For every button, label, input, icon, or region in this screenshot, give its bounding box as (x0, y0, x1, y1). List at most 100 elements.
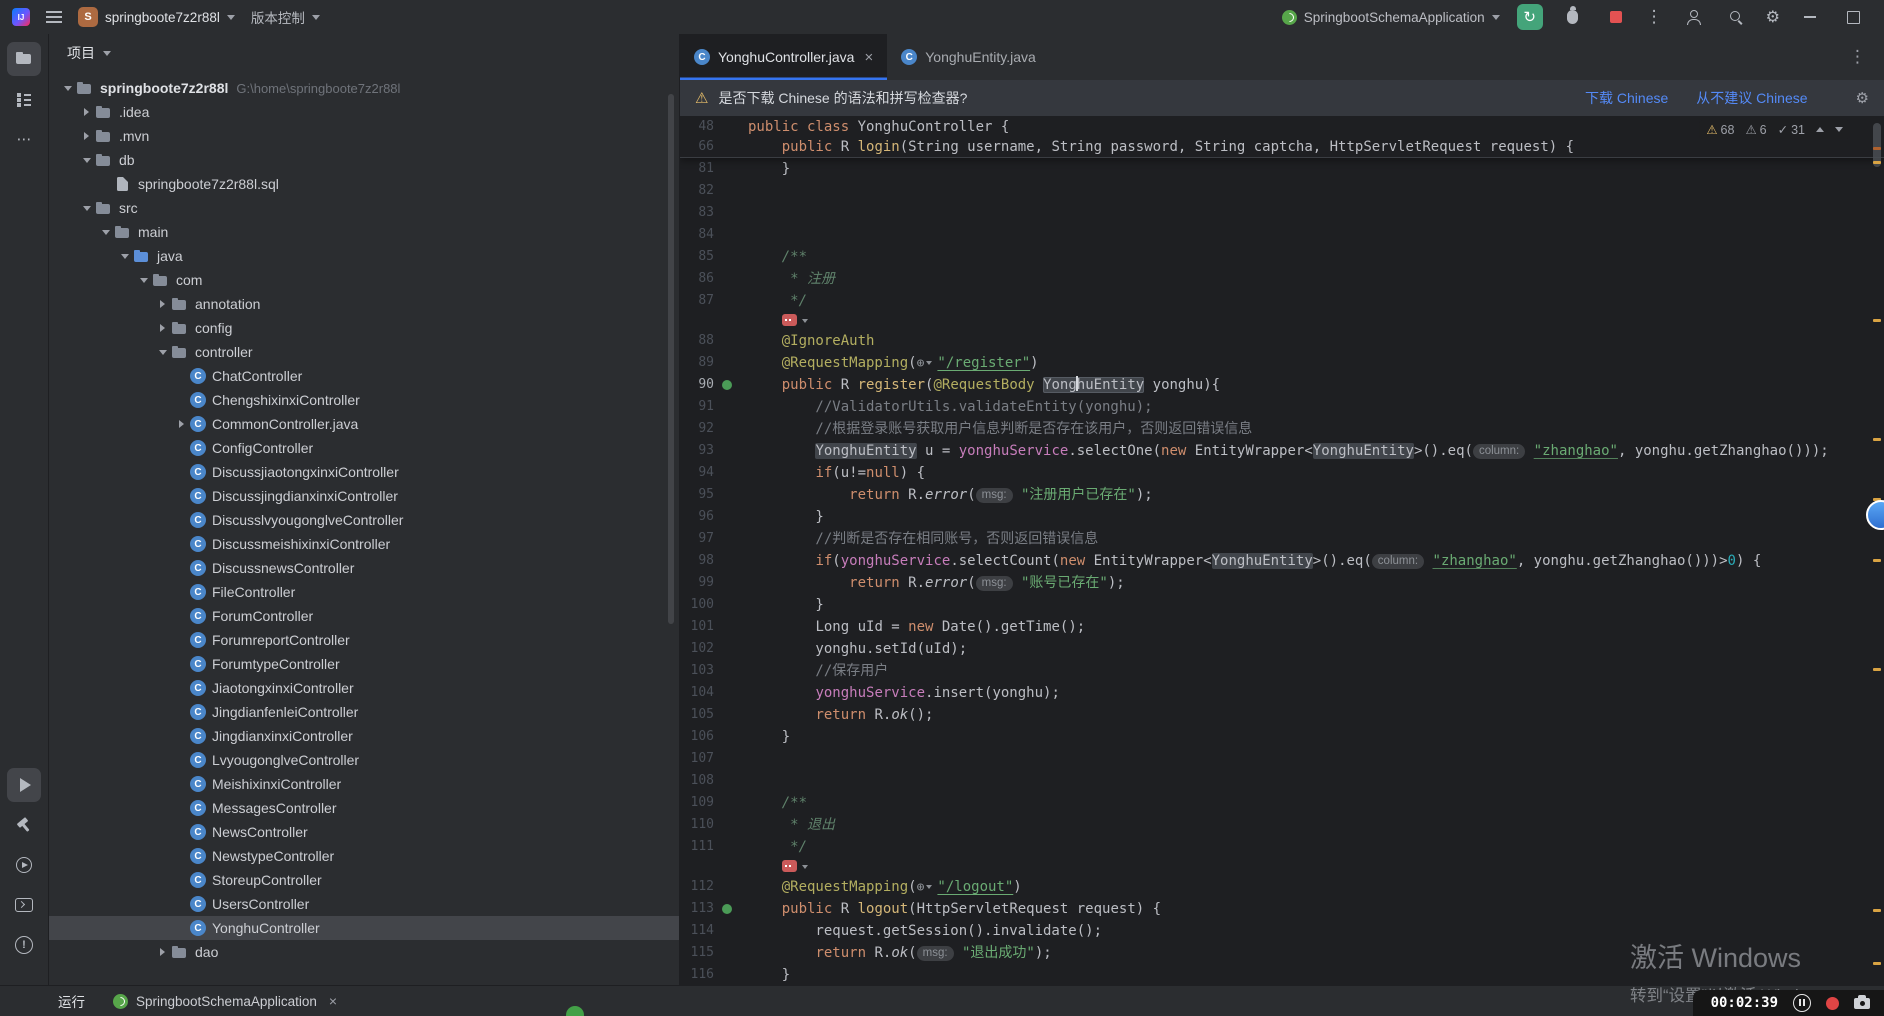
gutter[interactable] (714, 396, 740, 418)
chevron-icon[interactable] (135, 278, 152, 283)
run-configuration-widget[interactable]: SpringbootSchemaApplication (1282, 10, 1500, 25)
gutter[interactable] (714, 484, 740, 506)
tree-item[interactable]: main (49, 220, 679, 244)
gutter[interactable] (714, 898, 740, 920)
tab-options-icon[interactable]: ⋮ (1831, 34, 1884, 80)
tree-item[interactable]: CJingdianfenleiController (49, 700, 679, 724)
globe-icon[interactable]: ⊕ (917, 356, 925, 371)
gutter[interactable] (714, 792, 740, 814)
gutter[interactable] (714, 462, 740, 484)
tree-item[interactable]: CMeishixinxiController (49, 772, 679, 796)
gutter[interactable] (714, 748, 740, 770)
stripe-mark[interactable] (1873, 559, 1881, 562)
gutter[interactable] (714, 920, 740, 942)
stripe-mark[interactable] (1873, 438, 1881, 441)
more-tools-button[interactable]: ⋯ (7, 122, 41, 156)
tree-item[interactable]: src (49, 196, 679, 220)
tree-item[interactable]: CFileController (49, 580, 679, 604)
tree-item[interactable]: springboote7z2r88l.sql (49, 172, 679, 196)
tree-item[interactable]: CChatController (49, 364, 679, 388)
gutter[interactable] (714, 550, 740, 572)
tree-item[interactable]: CYonghuController (49, 916, 679, 940)
stripe-mark[interactable] (1873, 319, 1881, 322)
chevron-icon[interactable] (97, 230, 114, 235)
gutter[interactable] (714, 726, 740, 748)
maximize-button[interactable] (1840, 4, 1866, 30)
gutter[interactable] (714, 180, 740, 202)
tree-item[interactable]: CUsersController (49, 892, 679, 916)
gutter[interactable] (714, 836, 740, 858)
tree-item[interactable]: dao (49, 940, 679, 964)
gutter[interactable] (714, 704, 740, 726)
tree-item[interactable]: CConfigController (49, 436, 679, 460)
gutter[interactable] (714, 858, 740, 876)
chevron-icon[interactable] (78, 158, 95, 163)
tree-item[interactable]: .mvn (49, 124, 679, 148)
gutter[interactable] (714, 660, 740, 682)
tree-item[interactable]: .idea (49, 100, 679, 124)
tree-item[interactable]: CDiscussnewsController (49, 556, 679, 580)
tree-item[interactable]: CNewsController (49, 820, 679, 844)
tree-item[interactable]: CJiaotongxinxiController (49, 676, 679, 700)
tree-item[interactable]: com (49, 268, 679, 292)
chevron-icon[interactable] (154, 300, 171, 308)
tree-item[interactable]: CForumtypeController (49, 652, 679, 676)
tree-item[interactable]: CCommonController.java (49, 412, 679, 436)
project-tool-button[interactable] (7, 42, 41, 76)
banner-settings-gear-icon[interactable]: ⚙ (1856, 89, 1869, 107)
structure-tool-button[interactable] (7, 82, 41, 116)
gutter[interactable] (714, 290, 740, 312)
inlay-chevron-icon[interactable] (802, 319, 808, 323)
problems-tool-button[interactable]: ! (7, 928, 41, 962)
run-gutter-icon[interactable] (722, 904, 732, 914)
vcs-widget[interactable]: 版本控制 (251, 7, 320, 27)
error-stripe[interactable] (1870, 117, 1884, 986)
stripe-mark[interactable] (1873, 909, 1881, 912)
tree-item[interactable]: db (49, 148, 679, 172)
tree-item[interactable]: controller (49, 340, 679, 364)
editor-tab[interactable]: CYonghuController.java× (680, 34, 887, 80)
chevron-icon[interactable] (173, 420, 190, 428)
pause-recording-button[interactable] (1793, 994, 1811, 1012)
close-icon[interactable]: × (329, 993, 337, 1009)
terminal-tool-button[interactable] (7, 888, 41, 922)
close-tab-icon[interactable]: × (864, 49, 873, 66)
tree-item[interactable]: CForumreportController (49, 628, 679, 652)
stripe-mark[interactable] (1873, 668, 1881, 671)
chevron-icon[interactable] (78, 132, 95, 140)
banner-download-link[interactable]: 下载 Chinese (1585, 88, 1668, 108)
settings-gear-icon[interactable]: ⚙ (1766, 7, 1780, 27)
project-scrollbar[interactable] (668, 94, 674, 624)
inlay-chevron-icon[interactable] (926, 885, 932, 889)
gutter[interactable] (714, 268, 740, 290)
run-tab[interactable]: SpringbootSchemaApplication × (113, 993, 337, 1009)
tree-item[interactable]: config (49, 316, 679, 340)
tree-item[interactable]: CMessagesController (49, 796, 679, 820)
stop-button[interactable] (1603, 4, 1629, 30)
gutter[interactable] (714, 352, 740, 374)
more-actions-icon[interactable]: ⋮ (1646, 7, 1663, 27)
rerun-button[interactable]: ↻ (1517, 4, 1543, 30)
gutter[interactable] (714, 117, 740, 137)
tree-item[interactable]: CStoreupController (49, 868, 679, 892)
previous-problem-icon[interactable] (1816, 127, 1824, 132)
gutter[interactable] (714, 594, 740, 616)
gutter[interactable] (714, 312, 740, 330)
build-tool-button[interactable] (7, 808, 41, 842)
inlay-chevron-icon[interactable] (802, 865, 808, 869)
tree-item[interactable]: springboote7z2r88lG:\home\springboote7z2… (49, 76, 679, 100)
banner-dismiss-link[interactable]: 从不建议 Chinese (1696, 88, 1807, 108)
stripe-mark[interactable] (1873, 962, 1881, 965)
request-mapping-icon[interactable] (782, 860, 797, 872)
globe-icon[interactable]: ⊕ (917, 880, 925, 895)
main-menu-icon[interactable] (46, 11, 62, 23)
gutter[interactable] (714, 682, 740, 704)
chevron-icon[interactable] (78, 206, 95, 211)
tree-item[interactable]: CDiscusslvyougonglveController (49, 508, 679, 532)
chevron-icon[interactable] (116, 254, 133, 259)
debug-button[interactable] (1560, 4, 1586, 30)
gutter[interactable] (714, 158, 740, 180)
tree-item[interactable]: java (49, 244, 679, 268)
gutter[interactable] (714, 374, 740, 396)
gutter[interactable] (714, 942, 740, 964)
